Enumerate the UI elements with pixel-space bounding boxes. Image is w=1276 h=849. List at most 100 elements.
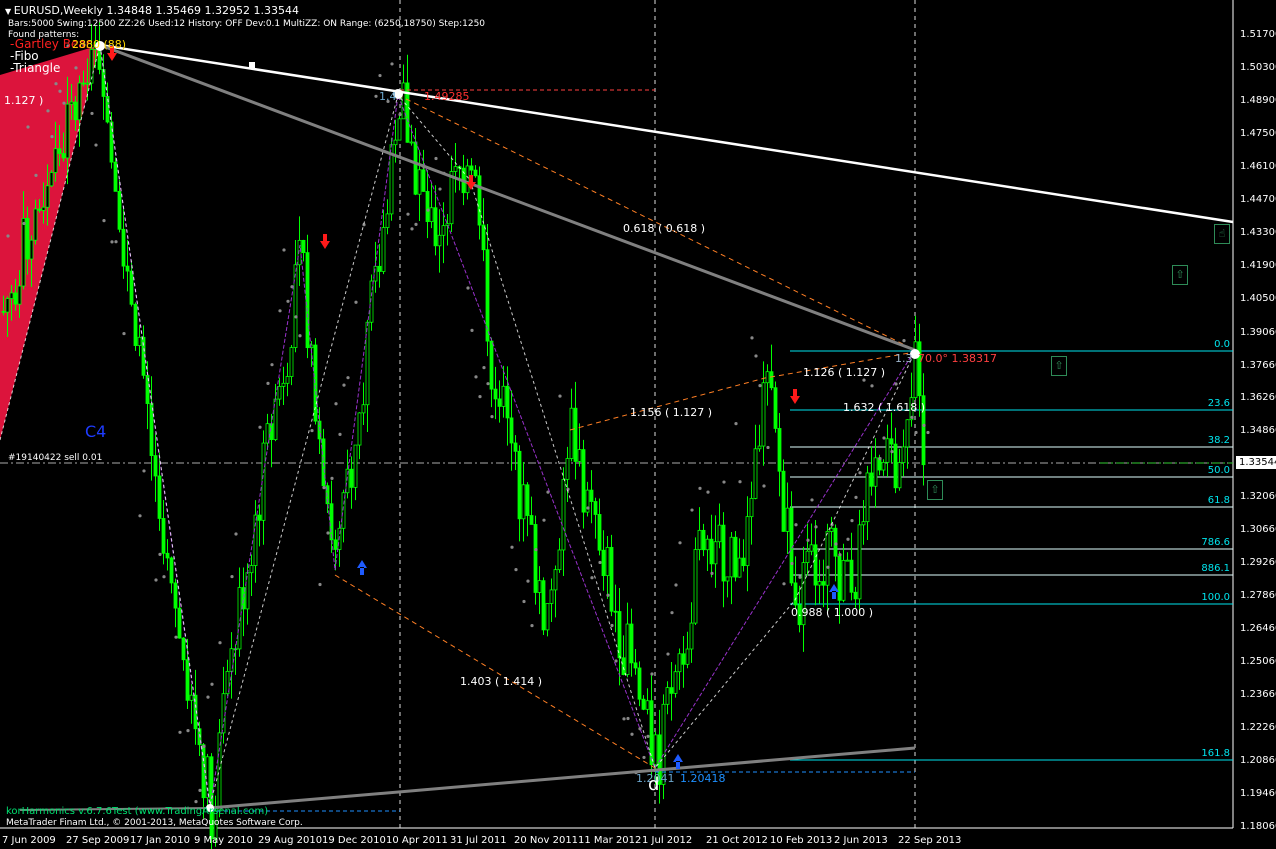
candle-body — [917, 341, 922, 397]
right-price-b: 70.0° 1.38317 — [918, 352, 997, 365]
candle-body — [385, 213, 390, 228]
candle-body — [421, 169, 426, 192]
price-tick-label: 1.22260 — [1240, 722, 1276, 734]
swing-dot — [438, 187, 442, 191]
swing-dot — [766, 445, 770, 450]
candle-body — [301, 239, 306, 254]
candle-body — [689, 622, 694, 650]
swing-dot — [110, 240, 114, 244]
candle-body — [677, 653, 682, 673]
candle-body — [517, 450, 522, 520]
candle-body — [125, 265, 130, 272]
swing-dot — [330, 476, 334, 480]
swing-dot — [398, 112, 402, 117]
swing-dot — [46, 109, 50, 113]
price-tick-label: 1.47500 — [1240, 127, 1276, 139]
candle-body — [533, 524, 538, 593]
swing-dot — [198, 788, 202, 792]
swing-dot — [902, 339, 906, 343]
price-chart[interactable] — [0, 0, 1276, 849]
swing-dot — [286, 299, 290, 303]
candle-body — [521, 484, 526, 520]
candle-body — [817, 581, 822, 586]
candle-body — [161, 518, 166, 554]
candle-body — [565, 458, 570, 480]
candle-body — [713, 541, 718, 565]
candle-body — [629, 623, 634, 664]
candle-body — [869, 472, 874, 487]
candle-body — [569, 407, 574, 459]
price-tick-label: 1.48900 — [1240, 94, 1276, 106]
candle-body — [841, 559, 846, 601]
swing-dot — [482, 366, 486, 370]
swing-dot — [794, 523, 798, 527]
signal-up-arrow-icon[interactable]: ⇧ — [927, 480, 943, 500]
swing-dot — [858, 471, 862, 475]
candle-body — [157, 475, 162, 519]
candles — [1, 22, 926, 849]
candle-body — [489, 340, 494, 390]
candle-body — [709, 538, 714, 565]
swing-dot — [910, 415, 914, 419]
candle-body — [333, 539, 338, 550]
candle-body — [737, 557, 742, 578]
candle-body — [837, 555, 842, 601]
price-tick-label: 1.50300 — [1240, 61, 1276, 73]
candle-body — [589, 489, 594, 502]
candle-body — [513, 442, 518, 452]
fib-level-label: 0.0 — [1214, 339, 1230, 350]
swing-dot — [814, 525, 818, 529]
candle-body — [765, 371, 770, 384]
candle-body — [113, 161, 118, 192]
signal-up-arrow-icon[interactable]: ⇧ — [1051, 356, 1067, 376]
swing-dot — [186, 729, 190, 733]
date-tick-label: 31 Jul 2011 — [450, 835, 507, 846]
symbol-header[interactable]: ▼ EURUSD,Weekly 1.34848 1.35469 1.32952 … — [5, 4, 299, 17]
candle-body — [29, 239, 34, 260]
ratio-label-left: 1.127 ) — [4, 94, 44, 107]
candle-body — [137, 336, 142, 346]
order-label[interactable]: #19140422 sell 0.01 — [8, 453, 102, 463]
swing-dot — [54, 82, 58, 86]
date-tick-label: 11 Mar 2012 — [578, 835, 642, 846]
swing-dot — [474, 375, 478, 379]
candle-body — [897, 462, 902, 489]
signal-up-arrow-icon[interactable]: ⇧ — [1172, 265, 1188, 285]
swing-dot — [466, 286, 470, 290]
ratio-label-0988: 0.988 ( 1.000 ) — [791, 606, 874, 619]
swing-dot — [414, 222, 418, 227]
candle-body — [493, 388, 498, 400]
candle-body — [681, 653, 686, 665]
price-tick-label: 1.26460 — [1240, 623, 1276, 635]
swing-dot — [210, 682, 214, 686]
candle-body — [845, 559, 850, 562]
candle-body — [501, 385, 506, 407]
candle-body — [613, 610, 618, 613]
date-tick-label: 9 May 2010 — [194, 835, 253, 846]
swing-dot — [526, 579, 530, 583]
candle-body — [853, 591, 858, 600]
candle-body — [305, 252, 310, 349]
indicator-credit: korHarmonics v.6.7.6Test (www.TradingArs… — [6, 806, 269, 817]
candle-body — [809, 544, 814, 552]
swing-dot — [870, 384, 874, 388]
candle-body — [865, 472, 870, 523]
signal-hand-icon[interactable]: ☝ — [1214, 224, 1230, 244]
symbol-line: EURUSD,Weekly 1.34848 1.35469 1.32952 1.… — [13, 4, 299, 17]
swing-dot — [510, 545, 514, 549]
swing-dot — [374, 94, 378, 98]
price-tick-label: 1.19460 — [1240, 787, 1276, 799]
swing-dot — [542, 518, 546, 522]
price-tick-label: 1.27860 — [1240, 590, 1276, 602]
candle-body — [189, 694, 194, 701]
swing-dot — [234, 532, 238, 536]
candle-body — [721, 524, 726, 582]
swing-dot — [206, 695, 210, 699]
swing-dot — [202, 744, 206, 748]
swing-dots — [6, 43, 930, 804]
swing-dot — [354, 300, 358, 304]
pattern-orange-2 — [334, 574, 656, 769]
candle-body — [773, 387, 778, 429]
swing-dot — [266, 381, 270, 385]
candle-body — [549, 589, 554, 604]
